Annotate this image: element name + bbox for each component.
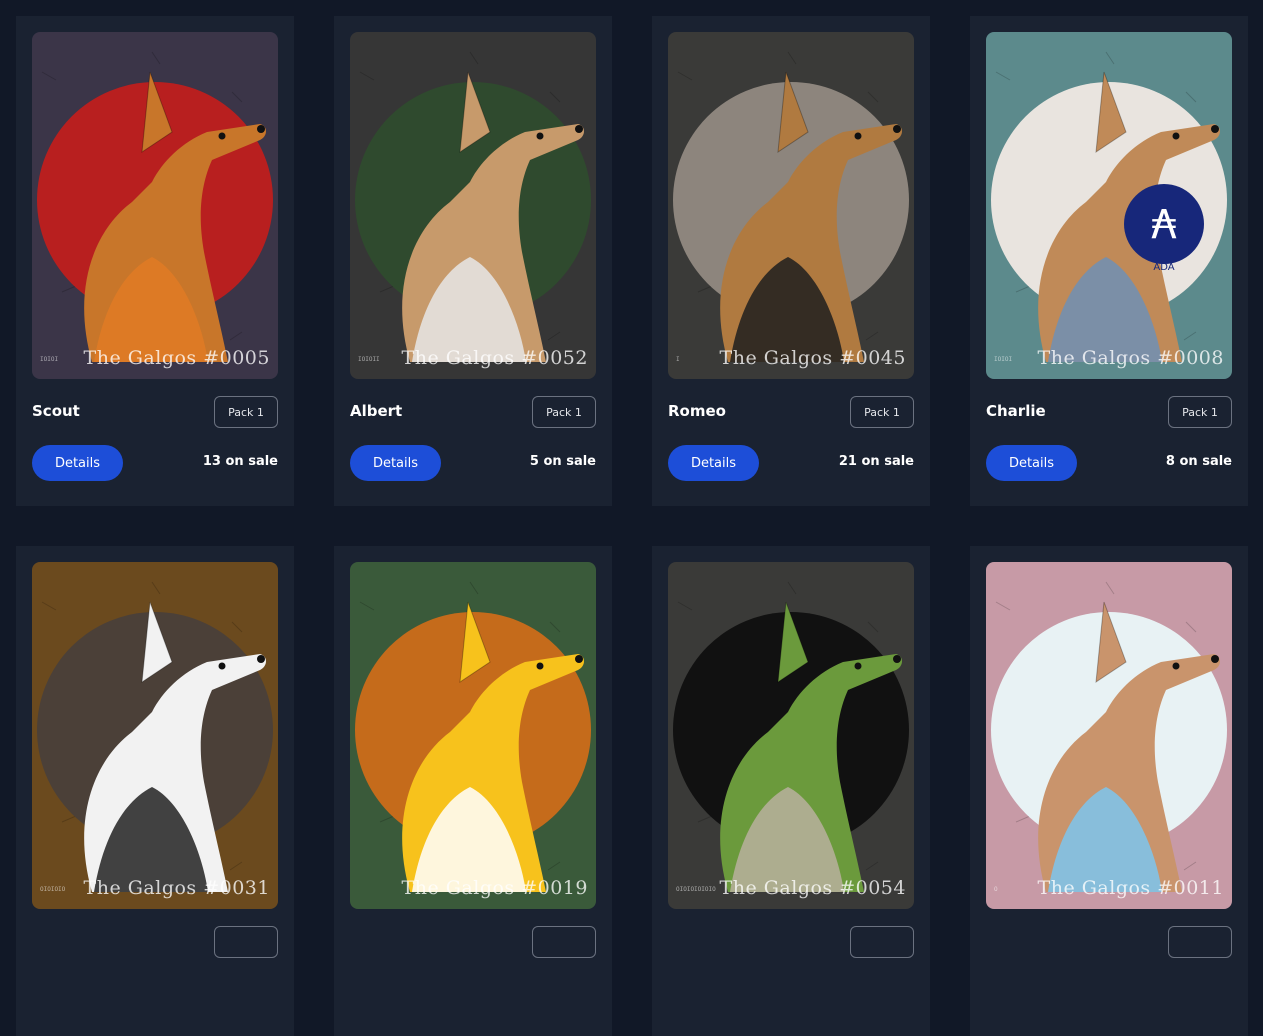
artwork-caption: The Galgos #0045 bbox=[719, 347, 906, 369]
nft-artwork[interactable]: IOIOII The Galgos #0052 bbox=[350, 32, 596, 379]
on-sale-count: 5 on sale bbox=[529, 454, 596, 469]
nft-artwork[interactable]: OIOIOIO The Galgos #0031 bbox=[32, 562, 278, 909]
artwork-caption: The Galgos #0054 bbox=[719, 877, 906, 899]
artwork-serial: I bbox=[676, 356, 680, 363]
on-sale-count: 13 on sale bbox=[202, 454, 278, 469]
details-button[interactable]: Details bbox=[986, 445, 1077, 481]
nft-artwork[interactable]: ₳ ADA IOIOI The Galgos #0008 bbox=[986, 32, 1232, 379]
on-sale-count: 8 on sale bbox=[1165, 454, 1232, 469]
card-name: Romeo bbox=[668, 402, 726, 420]
pack-badge[interactable]: Pack 1 bbox=[532, 396, 596, 428]
nft-card[interactable]: OIOIOIOIOIO The Galgos #0054 bbox=[652, 546, 930, 1036]
artwork-serial: IOIOI bbox=[994, 356, 1013, 363]
svg-text:₳: ₳ bbox=[1151, 202, 1177, 248]
artwork-caption: The Galgos #0019 bbox=[401, 877, 588, 899]
nft-artwork[interactable]: I The Galgos #0045 bbox=[668, 32, 914, 379]
nft-card[interactable]: The Galgos #0019 bbox=[334, 546, 612, 1036]
pack-badge[interactable] bbox=[1168, 926, 1232, 958]
pack-badge[interactable] bbox=[532, 926, 596, 958]
nft-card[interactable]: IOIOI The Galgos #0005 Scout Pack 1 Deta… bbox=[16, 16, 294, 506]
artwork-serial: OIOIOIO bbox=[40, 886, 66, 893]
pack-badge[interactable] bbox=[214, 926, 278, 958]
card-name: Scout bbox=[32, 402, 80, 420]
nft-card[interactable]: ₳ ADA IOIOI The Galgos #0008 Charlie Pac… bbox=[970, 16, 1248, 506]
svg-text:ADA: ADA bbox=[1153, 262, 1174, 273]
artwork-caption: The Galgos #0008 bbox=[1037, 347, 1224, 369]
artwork-serial: IOIOII bbox=[358, 356, 380, 363]
nft-card[interactable]: OIOIOIO The Galgos #0031 bbox=[16, 546, 294, 1036]
artwork-caption: The Galgos #0031 bbox=[83, 877, 270, 899]
pack-badge[interactable]: Pack 1 bbox=[850, 396, 914, 428]
card-name: Charlie bbox=[986, 402, 1046, 420]
artwork-caption: The Galgos #0011 bbox=[1037, 877, 1224, 899]
pack-badge[interactable] bbox=[850, 926, 914, 958]
card-name: Albert bbox=[350, 402, 403, 420]
nft-card[interactable]: O The Galgos #0011 bbox=[970, 546, 1248, 1036]
artwork-caption: The Galgos #0005 bbox=[83, 347, 270, 369]
details-button[interactable]: Details bbox=[350, 445, 441, 481]
artwork-serial: OIOIOIOIOIO bbox=[676, 886, 716, 893]
nft-artwork[interactable]: OIOIOIOIOIO The Galgos #0054 bbox=[668, 562, 914, 909]
nft-card[interactable]: I The Galgos #0045 Romeo Pack 1 Details … bbox=[652, 16, 930, 506]
artwork-caption: The Galgos #0052 bbox=[401, 347, 588, 369]
nft-card[interactable]: IOIOII The Galgos #0052 Albert Pack 1 De… bbox=[334, 16, 612, 506]
nft-artwork[interactable]: The Galgos #0019 bbox=[350, 562, 596, 909]
pack-badge[interactable]: Pack 1 bbox=[214, 396, 278, 428]
details-button[interactable]: Details bbox=[32, 445, 123, 481]
artwork-serial: O bbox=[994, 886, 998, 893]
nft-artwork[interactable]: O The Galgos #0011 bbox=[986, 562, 1232, 909]
nft-artwork[interactable]: IOIOI The Galgos #0005 bbox=[32, 32, 278, 379]
artwork-serial: IOIOI bbox=[40, 356, 59, 363]
details-button[interactable]: Details bbox=[668, 445, 759, 481]
on-sale-count: 21 on sale bbox=[838, 454, 914, 469]
pack-badge[interactable]: Pack 1 bbox=[1168, 396, 1232, 428]
